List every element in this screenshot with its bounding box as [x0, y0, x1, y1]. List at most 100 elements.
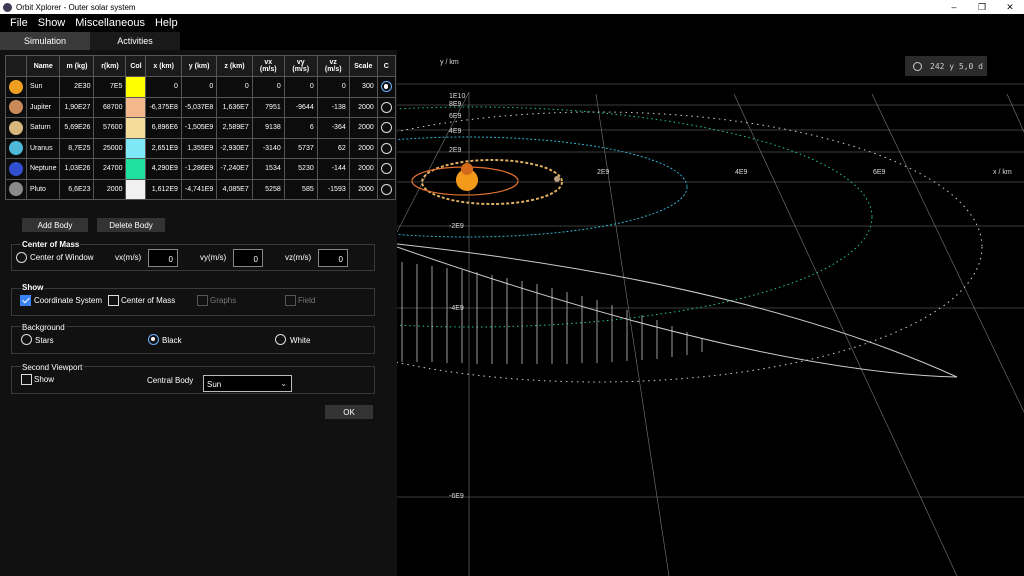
table-row[interactable]: Jupiter 1,90E27 68700 -6,375E8 -5,037E8 1,636… — [5, 96, 396, 118]
center-radio[interactable] — [380, 183, 392, 195]
x-cell[interactable]: 4,290E9 — [145, 158, 182, 180]
x-cell[interactable]: 0 — [145, 76, 182, 98]
table-row[interactable]: Sun 2E30 7E5 0 0 0 0 0 0 300 — [5, 76, 396, 98]
center-of-window-radio[interactable] — [16, 252, 27, 263]
color-cell[interactable] — [125, 178, 147, 200]
vx-cell[interactable]: 7951 — [251, 96, 285, 118]
menu-show[interactable]: Show — [38, 17, 66, 29]
center-radio[interactable] — [380, 101, 392, 113]
scale-cell[interactable]: 2000 — [348, 158, 378, 180]
vy-cell[interactable]: 5230 — [283, 158, 318, 180]
center-cell[interactable] — [376, 178, 396, 200]
vy-cell[interactable]: -9644 — [283, 96, 318, 118]
mass-cell[interactable]: 1,90E27 — [59, 96, 95, 118]
graphs-checkbox[interactable] — [197, 295, 208, 306]
table-row[interactable]: Uranus 8,7E25 25000 2,651E9 1,355E9 -2,930E7-… — [5, 137, 396, 159]
y-cell[interactable]: -1,286E9 — [180, 158, 218, 180]
delete-body-button[interactable]: Delete Body — [97, 218, 165, 232]
table-row[interactable]: Neptune 1,03E26 24700 4,290E9 -1,286E9 -7,240… — [5, 158, 396, 180]
x-cell[interactable]: -6,375E8 — [145, 96, 182, 118]
vx-cell[interactable]: 5258 — [251, 178, 285, 200]
jupiter-body[interactable] — [461, 163, 473, 175]
vz-cell[interactable]: -144 — [316, 158, 350, 180]
z-cell[interactable]: -7,240E7 — [216, 158, 253, 180]
y-cell[interactable]: -5,037E8 — [180, 96, 218, 118]
add-body-button[interactable]: Add Body — [22, 218, 88, 232]
second-viewport-show-checkbox[interactable] — [21, 374, 32, 385]
scale-cell[interactable]: 2000 — [348, 137, 378, 159]
coordinate-system-checkbox[interactable] — [20, 295, 31, 306]
menu-file[interactable]: File — [10, 17, 28, 29]
simulation-timer[interactable]: 242 y 5,0 d — [905, 56, 987, 76]
name-cell[interactable]: Sun — [25, 76, 61, 98]
color-cell[interactable] — [125, 96, 147, 118]
center-cell[interactable] — [376, 137, 396, 159]
mass-cell[interactable]: 8,7E25 — [59, 137, 95, 159]
tab-activities[interactable]: Activities — [90, 32, 180, 50]
vz-input[interactable]: 0 — [318, 249, 348, 267]
vz-cell[interactable]: 0 — [316, 76, 350, 98]
x-cell[interactable]: 6,896E6 — [145, 117, 182, 139]
menu-help[interactable]: Help — [155, 17, 178, 29]
vx-cell[interactable]: 1534 — [251, 158, 285, 180]
center-cell[interactable] — [376, 96, 396, 118]
z-cell[interactable]: 4,085E7 — [216, 178, 253, 200]
center-radio[interactable] — [380, 142, 392, 154]
center-radio[interactable] — [380, 163, 392, 175]
scale-cell[interactable]: 2000 — [348, 96, 378, 118]
orbit-viewport[interactable]: y / km x / km 1E10 8E9 6E9 4E9 2E9 -2E9 … — [397, 32, 1024, 576]
color-cell[interactable] — [125, 76, 147, 98]
center-cell[interactable] — [376, 117, 396, 139]
name-cell[interactable]: Pluto — [25, 178, 61, 200]
table-row[interactable]: Saturn 5,69E26 57600 6,896E6 -1,505E9 2,589E7… — [5, 117, 396, 139]
close-button[interactable]: ✕ — [996, 0, 1024, 14]
mass-cell[interactable]: 5,69E26 — [59, 117, 95, 139]
vx-cell[interactable]: -3140 — [251, 137, 285, 159]
color-cell[interactable] — [125, 158, 147, 180]
tab-simulation[interactable]: Simulation — [0, 32, 90, 50]
color-cell[interactable] — [125, 137, 147, 159]
z-cell[interactable]: 0 — [216, 76, 253, 98]
background-white-radio[interactable] — [275, 334, 286, 345]
background-black-radio[interactable] — [148, 334, 159, 345]
vy-cell[interactable]: 5737 — [283, 137, 318, 159]
table-row[interactable]: Pluto 6,6E23 2000 1,612E9 -4,741E9 4,085E7 525… — [5, 178, 396, 200]
mass-cell[interactable]: 6,6E23 — [59, 178, 95, 200]
scale-cell[interactable]: 300 — [348, 76, 378, 98]
background-stars-radio[interactable] — [21, 334, 32, 345]
vy-cell[interactable]: 6 — [283, 117, 318, 139]
z-cell[interactable]: 1,636E7 — [216, 96, 253, 118]
ok-button[interactable]: OK — [325, 405, 373, 419]
menu-miscellaneous[interactable]: Miscellaneous — [75, 17, 145, 29]
center-radio[interactable] — [380, 81, 392, 93]
vz-cell[interactable]: -1593 — [316, 178, 350, 200]
radius-cell[interactable]: 2000 — [93, 178, 127, 200]
color-cell[interactable] — [125, 117, 147, 139]
name-cell[interactable]: Neptune — [25, 158, 61, 180]
name-cell[interactable]: Jupiter — [25, 96, 61, 118]
name-cell[interactable]: Saturn — [25, 117, 61, 139]
minimize-button[interactable]: – — [940, 0, 968, 14]
vz-cell[interactable]: -364 — [316, 117, 350, 139]
scale-cell[interactable]: 2000 — [348, 117, 378, 139]
vy-cell[interactable]: 0 — [283, 76, 318, 98]
saturn-body[interactable] — [554, 176, 560, 182]
name-cell[interactable]: Uranus — [25, 137, 61, 159]
vz-cell[interactable]: 62 — [316, 137, 350, 159]
radius-cell[interactable]: 24700 — [93, 158, 127, 180]
vx-cell[interactable]: 0 — [251, 76, 285, 98]
y-cell[interactable]: -1,505E9 — [180, 117, 218, 139]
field-checkbox[interactable] — [285, 295, 296, 306]
y-cell[interactable]: 0 — [180, 76, 218, 98]
center-cell[interactable] — [376, 76, 396, 98]
vx-input[interactable]: 0 — [148, 249, 178, 267]
x-cell[interactable]: 1,612E9 — [145, 178, 182, 200]
y-cell[interactable]: 1,355E9 — [180, 137, 218, 159]
radius-cell[interactable]: 57600 — [93, 117, 127, 139]
maximize-button[interactable]: ❐ — [968, 0, 996, 14]
vx-cell[interactable]: 9138 — [251, 117, 285, 139]
scale-cell[interactable]: 2000 — [348, 178, 378, 200]
y-cell[interactable]: -4,741E9 — [180, 178, 218, 200]
z-cell[interactable]: -2,930E7 — [216, 137, 253, 159]
z-cell[interactable]: 2,589E7 — [216, 117, 253, 139]
